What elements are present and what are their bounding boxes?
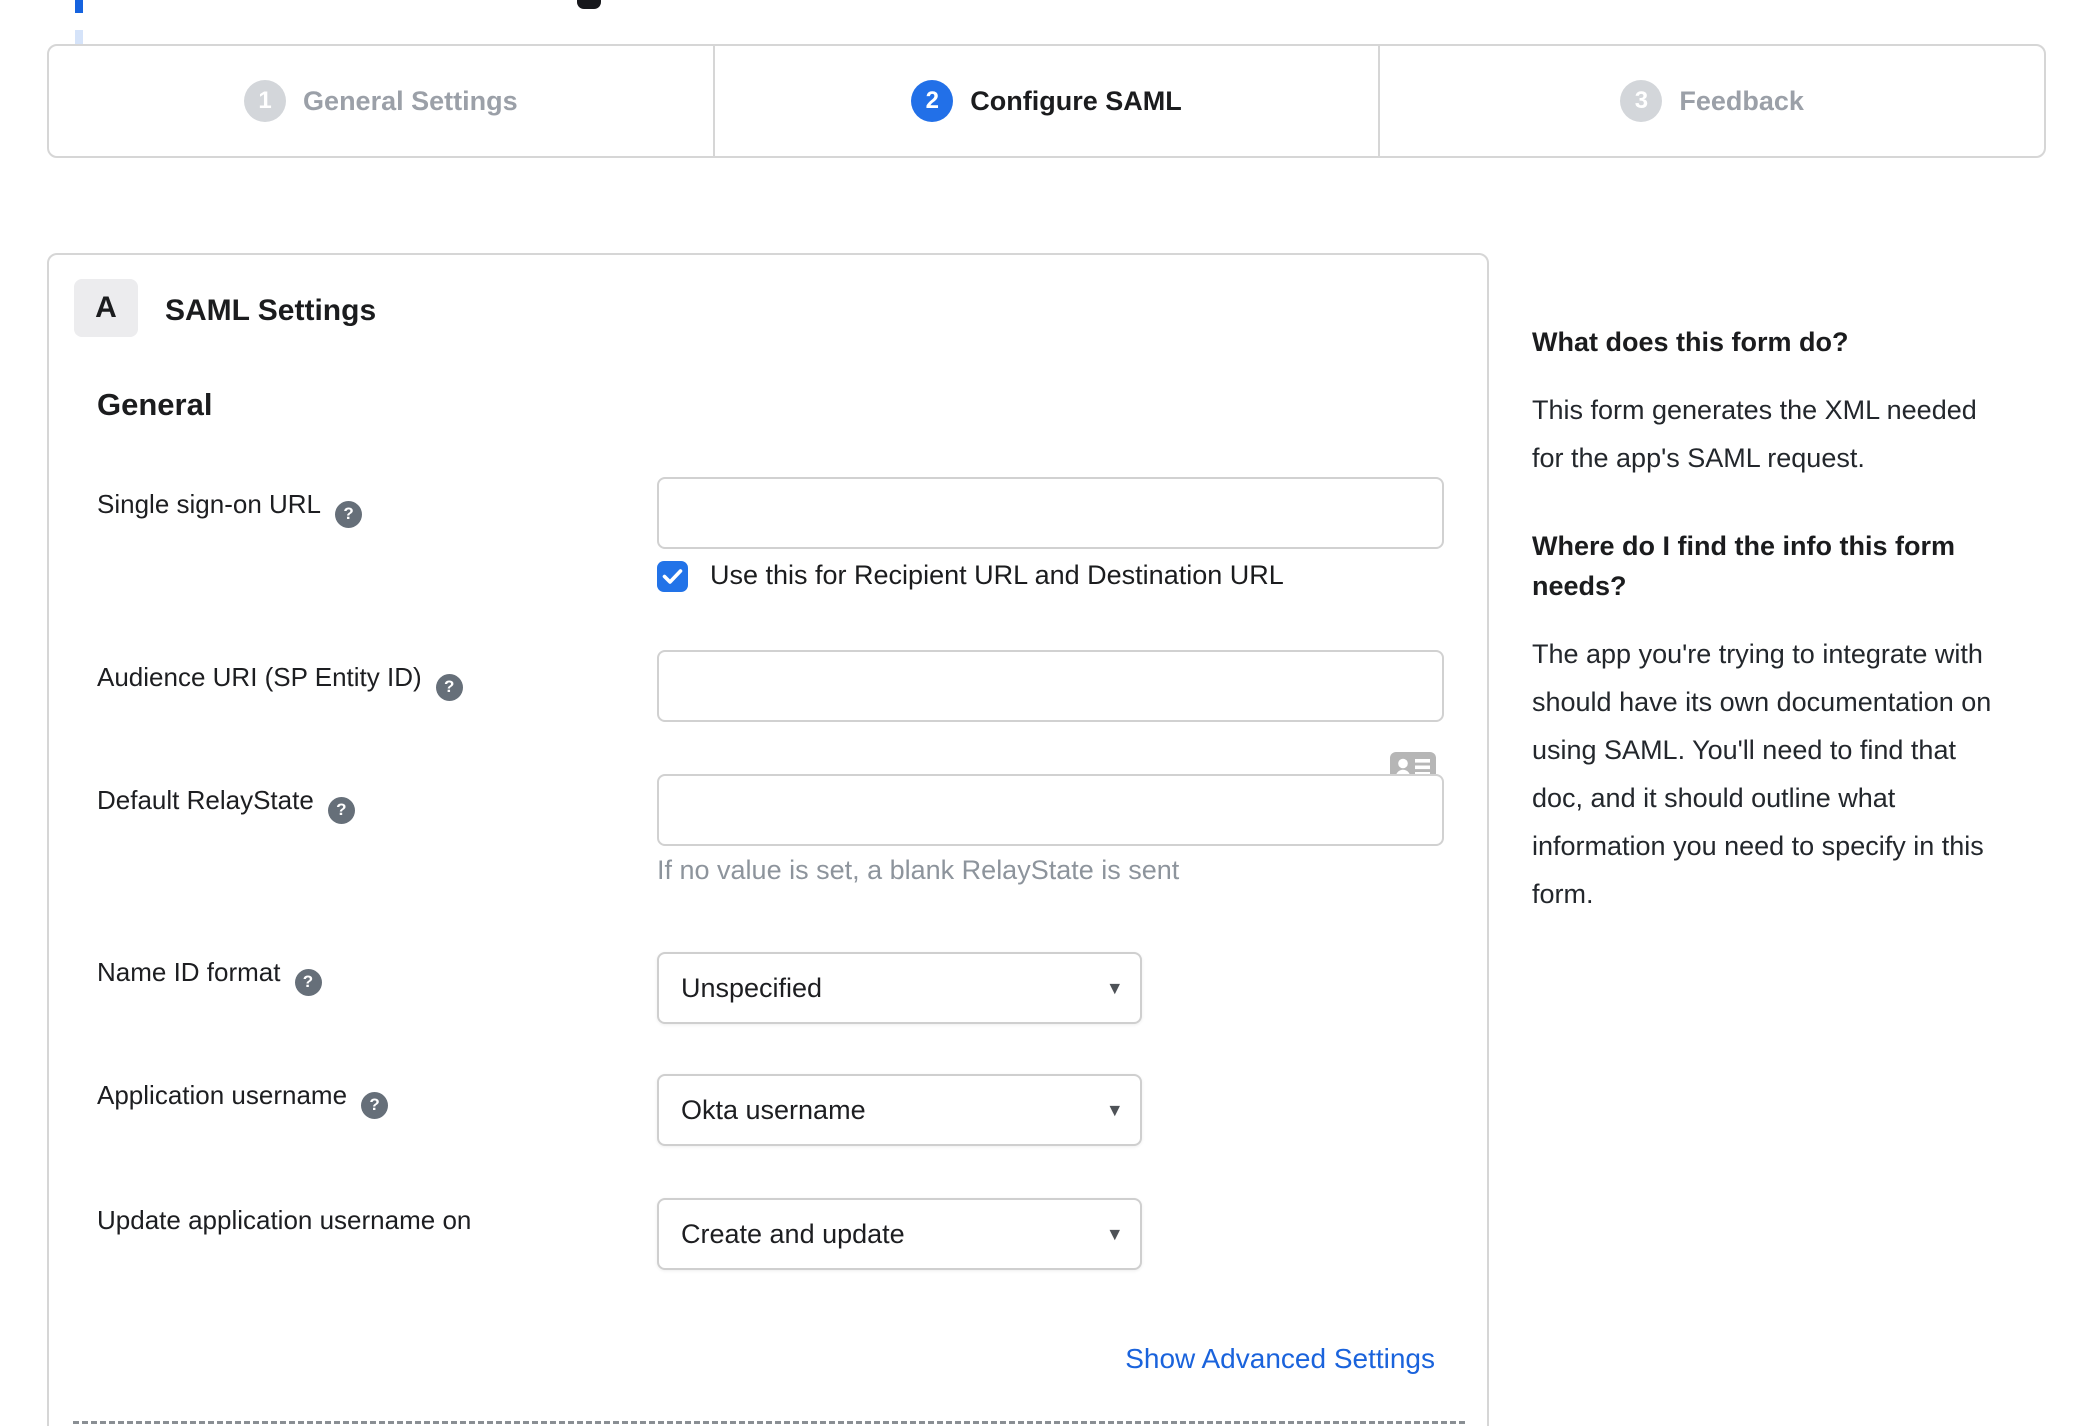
application-username-value: Okta username — [681, 1094, 866, 1125]
help-sidebar: What does this form do? This form genera… — [1532, 322, 2052, 962]
configure-saml-page: 1 General Settings 2 Configure SAML 3 Fe… — [0, 0, 2092, 1426]
update-username-label: Update application username on — [97, 1205, 471, 1236]
step-general-settings[interactable]: 1 General Settings — [49, 46, 713, 156]
sso-url-label-text: Single sign-on URL — [97, 489, 322, 519]
step-2-number-badge: 2 — [911, 80, 954, 122]
sidebar-answer-1: This form generates the XML needed for t… — [1532, 395, 1977, 473]
caret-down-icon: ▾ — [1109, 1222, 1120, 1246]
application-username-label: Application username? — [97, 1080, 389, 1119]
name-id-format-help-icon[interactable]: ? — [294, 968, 322, 996]
relaystate-hint: If no value is set, a blank RelayState i… — [657, 855, 1180, 885]
application-username-label-text: Application username — [97, 1080, 348, 1110]
caret-down-icon: ▾ — [1109, 1098, 1120, 1122]
application-username-select[interactable]: Okta username ▾ — [657, 1074, 1142, 1146]
caret-down-icon: ▾ — [1109, 976, 1120, 1000]
update-username-value: Create and update — [681, 1218, 905, 1249]
name-id-format-value: Unspecified — [681, 972, 823, 1003]
show-advanced-settings-link[interactable]: Show Advanced Settings — [1125, 1343, 1435, 1375]
saml-settings-panel: A SAML Settings General Single sign-on U… — [47, 253, 1489, 1426]
step-1-label: General Settings — [303, 85, 518, 116]
wizard-stepper: 1 General Settings 2 Configure SAML 3 Fe… — [47, 44, 2046, 158]
sidebar-question-1: What does this form do? — [1532, 327, 1849, 357]
default-relaystate-label-text: Default RelayState — [97, 785, 314, 815]
sso-url-input[interactable] — [657, 477, 1444, 549]
audience-uri-input[interactable] — [657, 650, 1444, 722]
audience-uri-help-icon[interactable]: ? — [435, 673, 463, 701]
audience-uri-label-text: Audience URI (SP Entity ID) — [97, 662, 422, 692]
name-id-format-label: Name ID format? — [97, 957, 322, 996]
step-feedback[interactable]: 3 Feedback — [1378, 46, 2044, 156]
name-id-format-select[interactable]: Unspecified ▾ — [657, 952, 1142, 1024]
step-configure-saml[interactable]: 2 Configure SAML — [712, 46, 1379, 156]
step-1-number-badge: 1 — [244, 80, 287, 122]
clipped-page-fragment-dark — [577, 0, 601, 9]
panel-title: SAML Settings — [165, 294, 377, 327]
sso-url-label: Single sign-on URL? — [97, 489, 363, 528]
section-a-badge: A — [74, 279, 138, 337]
step-3-number-badge: 3 — [1620, 80, 1663, 122]
step-3-label: Feedback — [1679, 85, 1804, 116]
update-username-select[interactable]: Create and update ▾ — [657, 1198, 1142, 1270]
sso-url-help-icon[interactable]: ? — [335, 500, 363, 528]
default-relaystate-input[interactable] — [657, 774, 1444, 846]
audience-uri-label: Audience URI (SP Entity ID)? — [97, 662, 463, 701]
name-id-format-label-text: Name ID format — [97, 957, 281, 987]
application-username-help-icon[interactable]: ? — [361, 1091, 389, 1119]
checkmark-icon — [662, 569, 683, 584]
clipped-page-fragment-blue — [75, 0, 83, 13]
use-for-recipient-destination-checkbox[interactable] — [657, 561, 688, 592]
default-relaystate-help-icon[interactable]: ? — [327, 796, 355, 824]
step-2-label: Configure SAML — [970, 85, 1182, 116]
sidebar-question-2: Where do I find the info this form needs… — [1532, 531, 1955, 601]
general-section-title: General — [97, 387, 213, 422]
update-username-label-text: Update application username on — [97, 1205, 472, 1235]
section-dashed-divider — [73, 1421, 1465, 1424]
default-relaystate-label: Default RelayState? — [97, 785, 355, 824]
sidebar-answer-2: The app you're trying to integrate with … — [1532, 639, 1992, 909]
use-for-recipient-destination-label: Use this for Recipient URL and Destinati… — [710, 560, 1284, 590]
